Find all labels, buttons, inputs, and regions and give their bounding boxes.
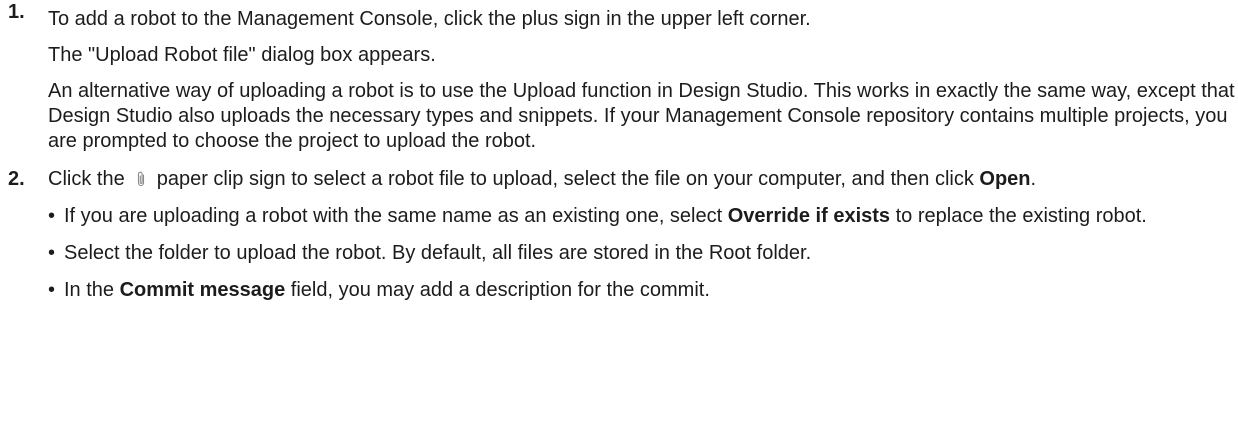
- list-item-text: In the: [64, 279, 120, 301]
- step-number: 1.: [8, 1, 25, 23]
- bullet-marker: •: [48, 205, 56, 227]
- list-item-text: to replace the existing robot.: [890, 205, 1147, 227]
- list-item-text: field, you may add a description for the…: [285, 279, 710, 301]
- step-2-instruction: Click the paper clip sign to select a rob…: [48, 167, 1238, 192]
- list-item: • In the Commit message field, you may a…: [48, 278, 1238, 303]
- step-1: 1. To add a robot to the Management Cons…: [0, 0, 1238, 154]
- list-item-text: Select the folder to upload the robot. B…: [64, 242, 812, 264]
- document-body: 1. To add a robot to the Management Cons…: [0, 0, 1238, 303]
- paperclip-icon: [137, 171, 144, 187]
- bullet-marker: •: [48, 279, 56, 301]
- instruction-text: paper clip sign to select a robot file t…: [156, 168, 980, 190]
- instruction-text: Click the: [48, 168, 125, 190]
- step-1-instruction: To add a robot to the Management Console…: [48, 8, 811, 30]
- option-list: • If you are uploading a robot with the …: [48, 204, 1238, 303]
- override-option-label: Override if exists: [727, 205, 891, 227]
- list-item-text: If you are uploading a robot with the sa…: [64, 205, 728, 227]
- step-2: 2. Click the paper clip sign to select a …: [0, 167, 1238, 303]
- step-number: 2.: [8, 168, 25, 190]
- list-item: • If you are uploading a robot with the …: [48, 204, 1238, 229]
- step-1-result: The "Upload Robot file" dialog box appea…: [48, 44, 436, 66]
- step-1-note: An alternative way of uploading a robot …: [48, 80, 1235, 152]
- instruction-text: .: [1030, 168, 1037, 190]
- commit-message-field-label: Commit message: [119, 279, 286, 301]
- open-button-label: Open: [979, 168, 1031, 190]
- bullet-marker: •: [48, 242, 56, 264]
- list-item: • Select the folder to upload the robot.…: [48, 241, 1238, 266]
